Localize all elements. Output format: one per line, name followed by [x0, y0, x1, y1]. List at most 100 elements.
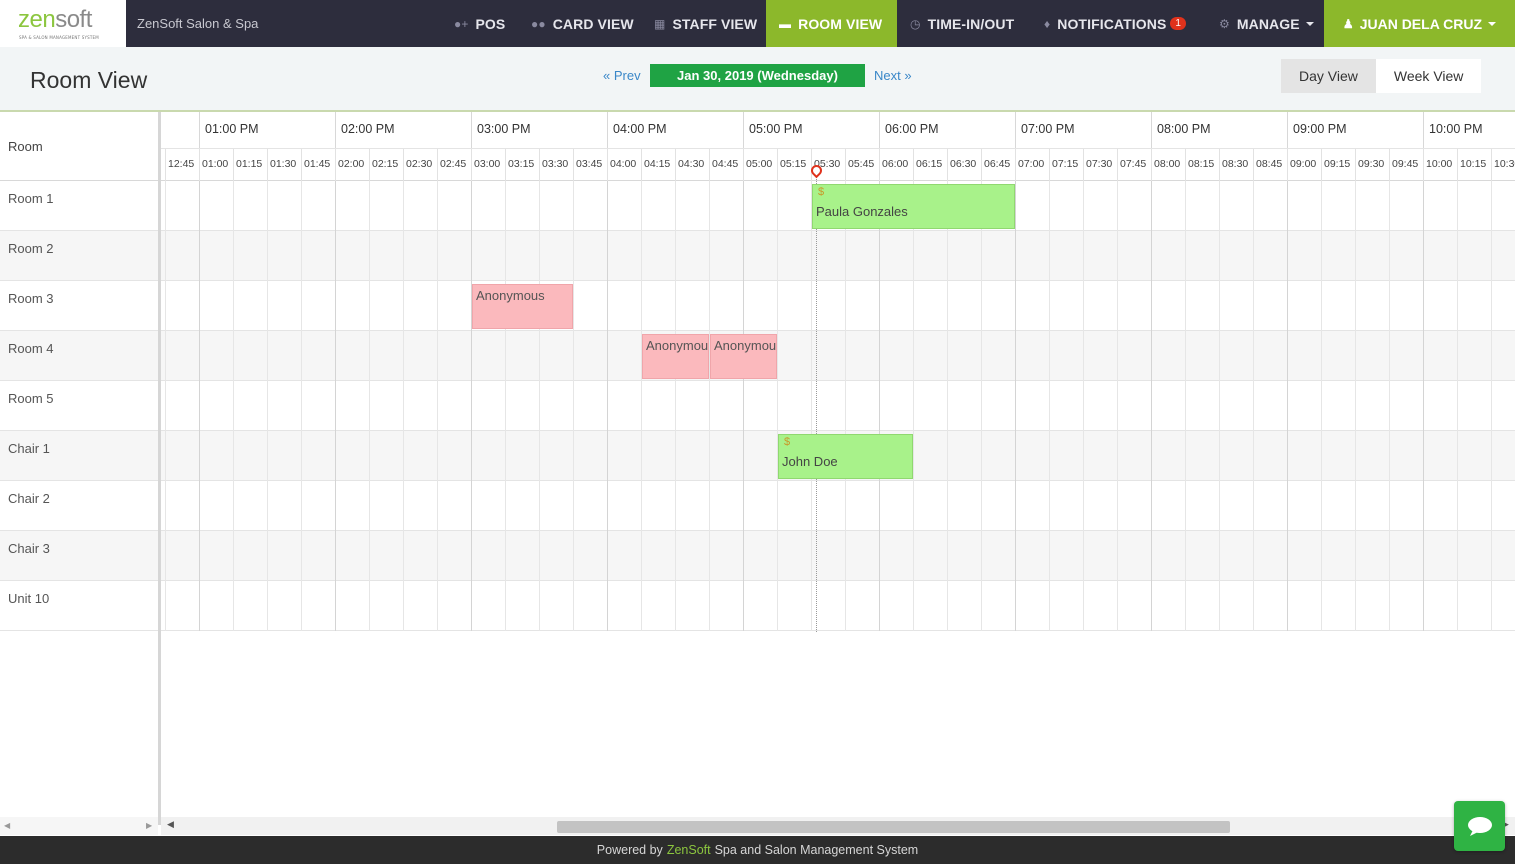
grid-row[interactable]	[161, 331, 1515, 381]
slot-divider	[743, 149, 744, 181]
hour-label: 06:00 PM	[885, 122, 939, 136]
timeline-scrollbar[interactable]: ◀ ▶	[161, 817, 1515, 835]
current-time-line	[816, 168, 817, 632]
slot-divider	[777, 149, 778, 181]
nav-notifications[interactable]: ♦ NOTIFICATIONS 1	[1031, 0, 1199, 47]
slot-label: 09:30	[1358, 158, 1385, 170]
room-name: Chair 3	[8, 541, 50, 556]
slot-label: 03:15	[508, 158, 535, 170]
scroll-right-icon[interactable]: ▶	[146, 821, 152, 830]
slot-divider	[1049, 149, 1050, 181]
bell-icon: ♦	[1044, 16, 1051, 31]
grid-row[interactable]	[161, 281, 1515, 331]
appointment-client-name: Paula Gonzales	[816, 204, 908, 219]
grid-line	[845, 181, 846, 631]
slot-label: 06:45	[984, 158, 1011, 170]
slot-label: 09:00	[1290, 158, 1317, 170]
appointment-block[interactable]: Anonymous	[710, 334, 777, 379]
grid-line	[1151, 181, 1152, 631]
nav-time-in-out[interactable]: ◷ TIME-IN/OUT	[897, 0, 1027, 47]
hour-label: 01:00 PM	[205, 122, 259, 136]
slot-divider	[879, 149, 880, 181]
slot-divider	[1287, 149, 1288, 181]
appointment-block[interactable]: Anonymous	[472, 284, 573, 329]
appointment-client-name: Anonymous	[714, 338, 777, 353]
grid-line	[1049, 181, 1050, 631]
scroll-left-icon[interactable]: ◀	[4, 821, 10, 830]
hour-label: 03:00 PM	[477, 122, 531, 136]
hour-divider	[879, 112, 880, 148]
nav-room-view[interactable]: ▬ ROOM VIEW	[766, 0, 897, 47]
appointment-block[interactable]: $ John Doe	[778, 434, 913, 479]
slot-divider	[267, 149, 268, 181]
room-row-label: Room 5	[0, 381, 158, 431]
grid-line	[675, 181, 676, 631]
grid-row[interactable]	[161, 581, 1515, 631]
next-day-link[interactable]: Next »	[874, 68, 912, 83]
scrollbar-thumb[interactable]	[557, 821, 1230, 833]
paid-icon: $	[784, 436, 791, 448]
grid-line	[471, 181, 472, 631]
slot-label: 01:00	[202, 158, 229, 170]
scroll-left-icon[interactable]: ◀	[167, 820, 174, 830]
bed-icon: ▬	[779, 16, 792, 31]
slot-divider	[403, 149, 404, 181]
nav-card-view[interactable]: ●● CARD VIEW	[518, 0, 647, 47]
day-view-button[interactable]: Day View	[1281, 59, 1376, 93]
clock-icon: ◷	[910, 16, 921, 31]
hour-label: 05:00 PM	[749, 122, 803, 136]
grid-line	[403, 181, 404, 631]
current-date-button[interactable]: Jan 30, 2019 (Wednesday)	[650, 64, 865, 87]
grid-row[interactable]	[161, 381, 1515, 431]
notification-badge: 1	[1170, 17, 1187, 30]
appointment-block[interactable]: Anonymous	[642, 334, 709, 379]
grid-line	[267, 181, 268, 631]
slot-divider	[369, 149, 370, 181]
week-view-button[interactable]: Week View	[1375, 59, 1482, 93]
chat-bubble-icon	[1467, 817, 1492, 836]
hour-divider	[471, 112, 472, 148]
slot-divider	[1015, 149, 1016, 181]
slot-divider	[845, 149, 846, 181]
slot-label: 01:30	[270, 158, 297, 170]
grid-row[interactable]	[161, 231, 1515, 281]
grid-line	[1457, 181, 1458, 631]
hour-divider	[199, 112, 200, 148]
slot-label: 12:45	[168, 158, 195, 170]
hour-divider	[743, 112, 744, 148]
grid-line	[1491, 181, 1492, 631]
slot-divider	[199, 149, 200, 181]
grid-line	[1389, 181, 1390, 631]
slot-divider	[947, 149, 948, 181]
slot-divider	[641, 149, 642, 181]
nav-staff-view[interactable]: ▦ STAFF VIEW	[641, 0, 770, 47]
nav-pos[interactable]: ●+ POS	[441, 0, 518, 47]
grid-row[interactable]	[161, 481, 1515, 531]
appointment-client-name: John Doe	[782, 454, 838, 469]
slot-divider	[437, 149, 438, 181]
chevron-down-icon	[1488, 21, 1497, 26]
room-row-label: Chair 1	[0, 431, 158, 481]
grid-line	[165, 181, 166, 631]
slot-label: 10:00	[1426, 158, 1453, 170]
chat-button[interactable]	[1454, 801, 1505, 851]
slot-label: 03:45	[576, 158, 603, 170]
appointment-block[interactable]: $ Paula Gonzales	[812, 184, 1015, 229]
room-row-label: Chair 3	[0, 531, 158, 581]
prev-day-link[interactable]: « Prev	[603, 68, 641, 83]
slot-divider	[1389, 149, 1390, 181]
grid-line	[641, 181, 642, 631]
room-name: Room 3	[8, 291, 54, 306]
user-menu[interactable]: ♟ JUAN DELA CRUZ	[1324, 0, 1515, 47]
slot-label: 08:15	[1188, 158, 1215, 170]
slot-divider	[607, 149, 608, 181]
hour-divider	[335, 112, 336, 148]
footer-brand-link[interactable]: ZenSoft	[667, 843, 711, 857]
room-column-scrollbar[interactable]: ◀ ▶	[0, 817, 158, 835]
slot-divider	[675, 149, 676, 181]
logo[interactable]: zensoft SPA & SALON MANAGEMENT SYSTEM	[0, 0, 126, 47]
grid-line	[539, 181, 540, 631]
nav-manage[interactable]: ⚙ MANAGE	[1206, 0, 1327, 47]
grid-line	[1185, 181, 1186, 631]
grid-row[interactable]	[161, 531, 1515, 581]
